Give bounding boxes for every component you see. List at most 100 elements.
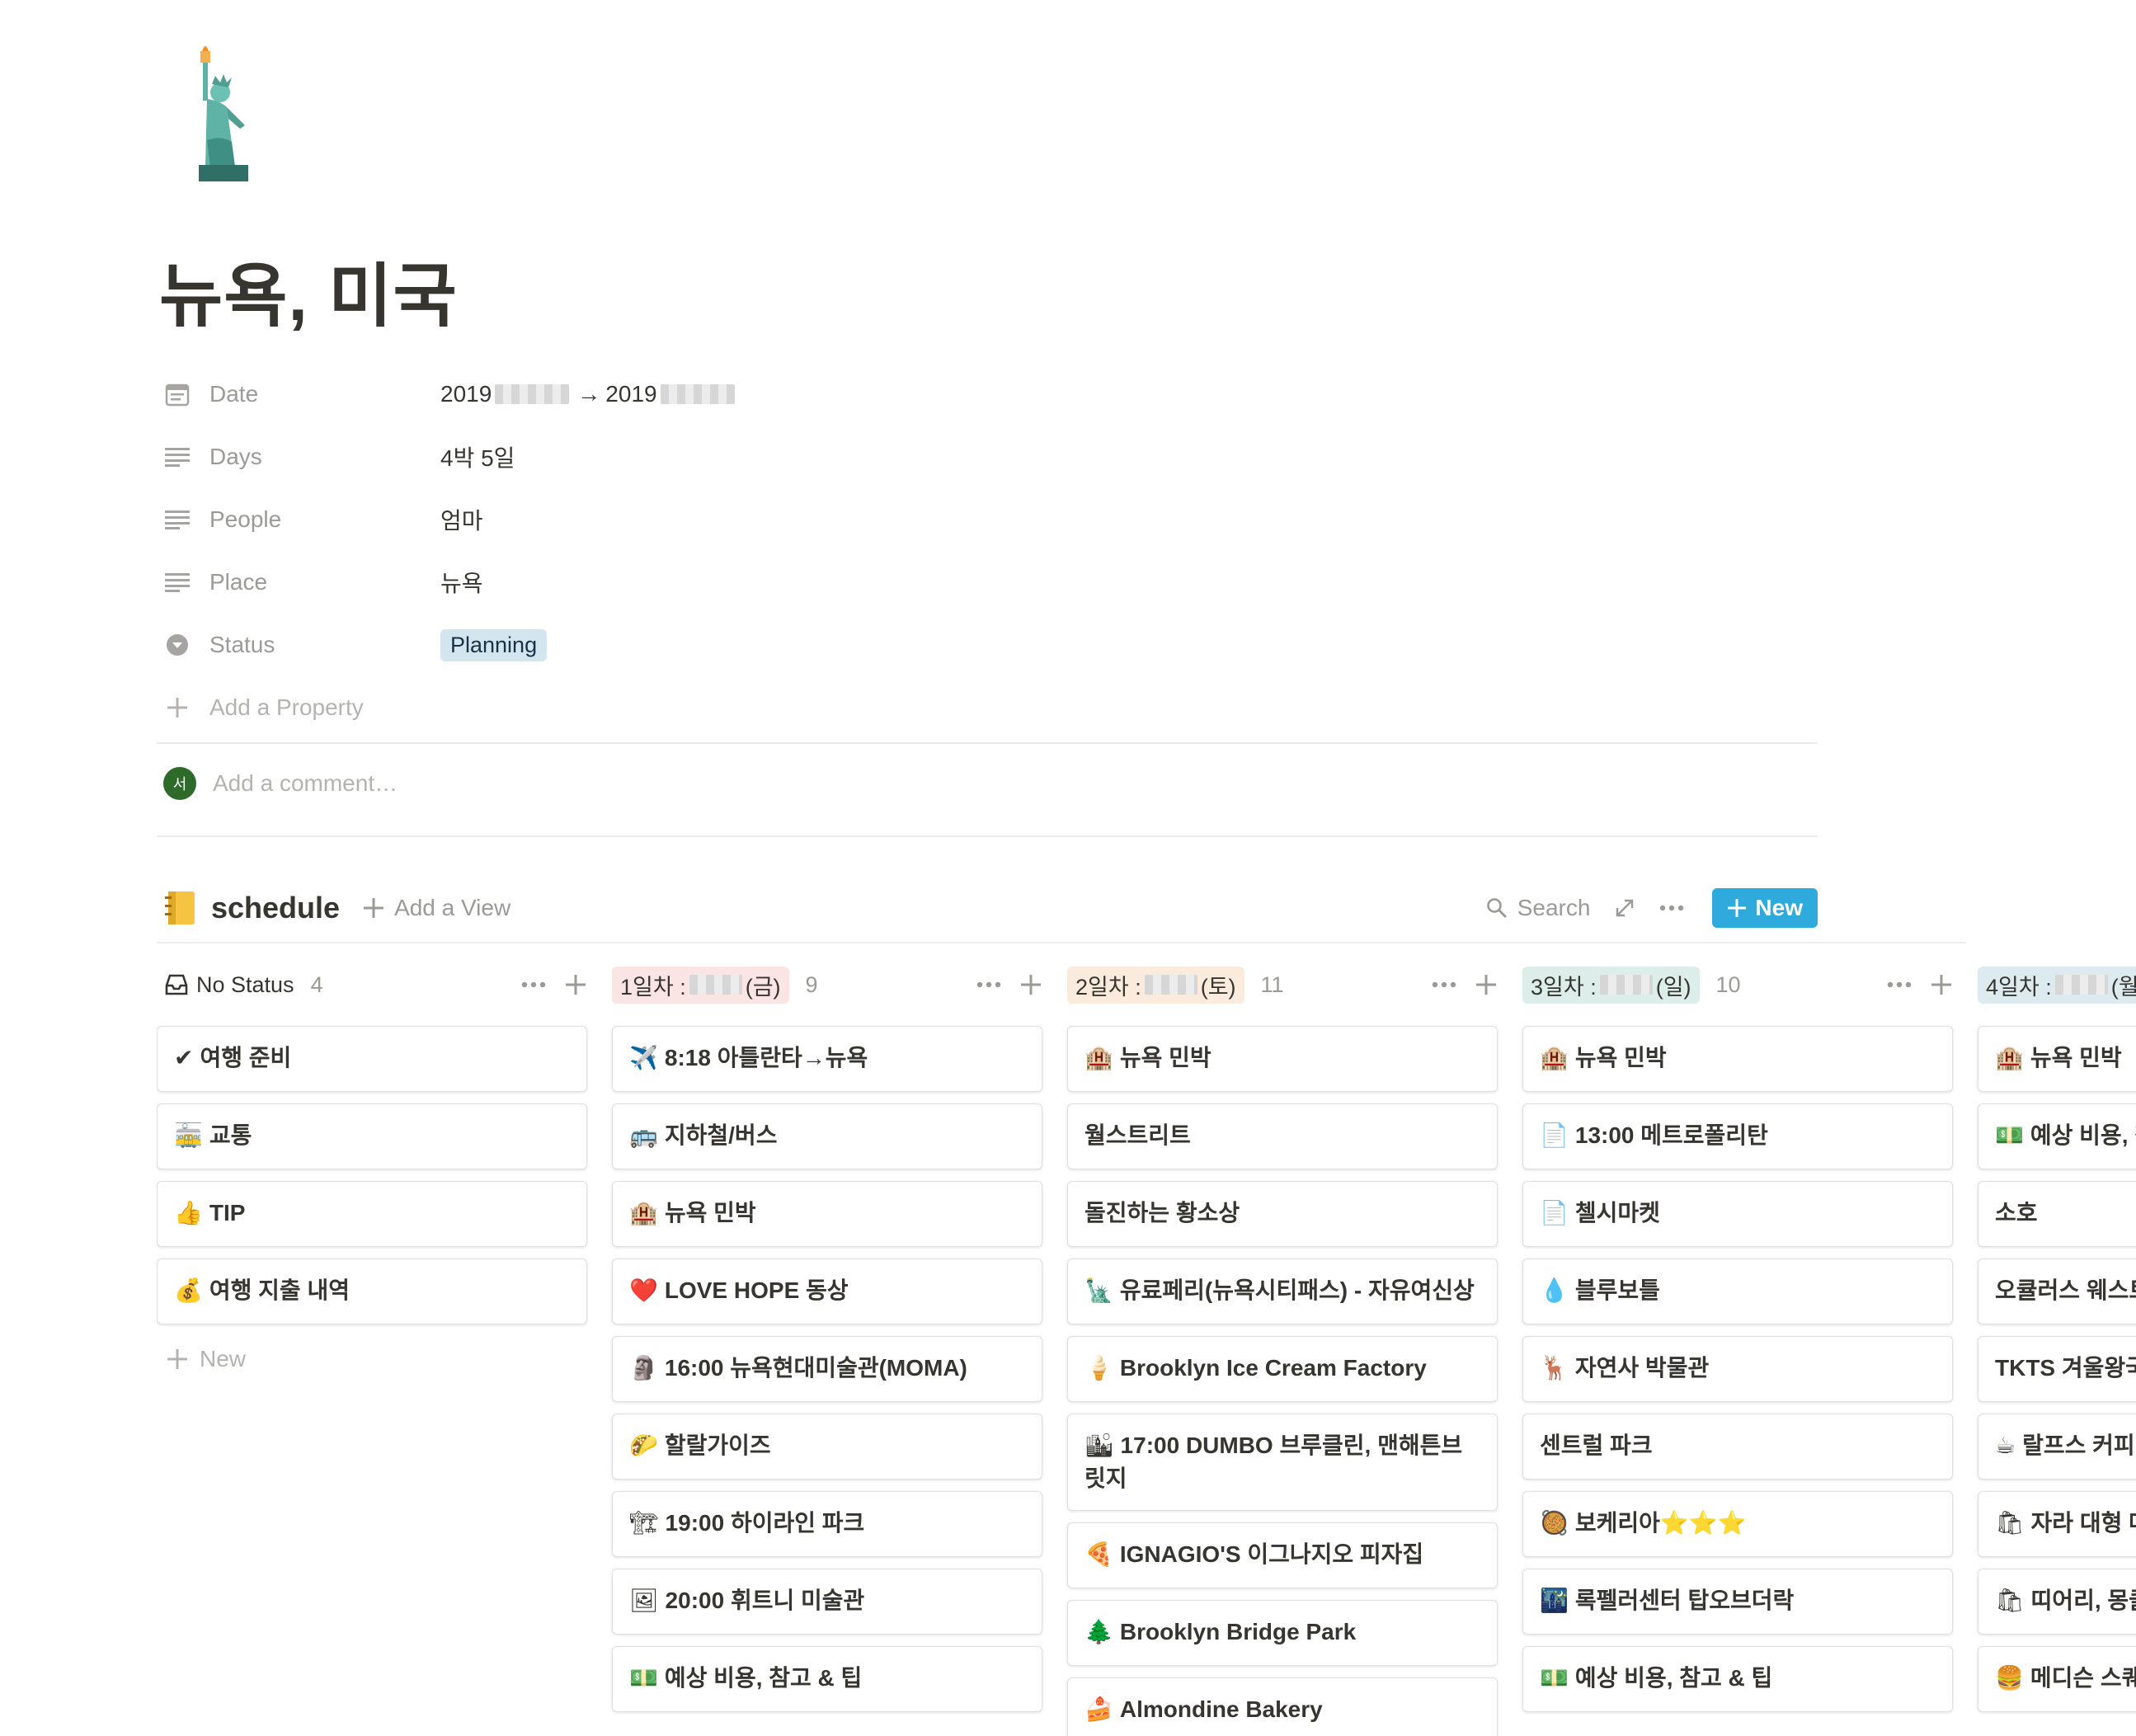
more-icon[interactable] <box>1432 981 1456 988</box>
card[interactable]: TKTS 겨울왕국 <box>1978 1336 2136 1402</box>
property-label-people: People <box>209 506 282 532</box>
card[interactable]: 📄 13:00 메트로폴리탄 <box>1522 1103 1953 1169</box>
card-title: 센트럴 파크 <box>1540 1433 1653 1458</box>
plus-icon[interactable] <box>1019 973 1042 996</box>
card[interactable]: 오큘러스 웨스트 <box>1978 1258 2136 1324</box>
more-options-button[interactable] <box>1659 905 1684 911</box>
card-title: 뉴욕 민박 <box>664 1200 756 1226</box>
card-title: 13:00 메트로폴리탄 <box>1574 1122 1768 1148</box>
card[interactable]: 🏗 19:00 하이라인 파크 <box>612 1491 1042 1557</box>
database-title[interactable]: schedule <box>211 891 340 925</box>
property-days[interactable]: Days 4박 5일 <box>163 426 1730 488</box>
card[interactable]: 소호 <box>1978 1181 2136 1247</box>
plus-icon[interactable] <box>1475 973 1498 996</box>
plus-icon[interactable] <box>1930 973 1953 996</box>
column-new-button[interactable]: New <box>157 1346 587 1372</box>
card-title: 20:00 휘트니 미술관 <box>665 1588 865 1613</box>
column-header[interactable]: 1일차 : (금) 9 <box>612 955 1042 1014</box>
card[interactable]: 🍦 Brooklyn Ice Cream Factory <box>1067 1336 1498 1402</box>
column-header[interactable]: 2일차 : (토) 11 <box>1067 955 1498 1014</box>
card[interactable]: 🖼 20:00 휘트니 미술관 <box>612 1569 1042 1635</box>
card[interactable]: 🌲 Brooklyn Bridge Park <box>1067 1600 1498 1666</box>
expand-icon <box>1615 898 1635 918</box>
open-as-page-button[interactable] <box>1615 898 1635 918</box>
add-view-button[interactable]: Add a View <box>363 895 510 921</box>
calendar-icon <box>163 380 191 408</box>
card[interactable]: 🛍자라 대형 매 <box>1978 1491 2136 1557</box>
status-badge[interactable]: Planning <box>440 628 548 661</box>
card[interactable]: ❤️ LOVE HOPE 동상 <box>612 1258 1042 1324</box>
column-title: 4일차 : (월 <box>1978 966 2136 1004</box>
card[interactable]: 🛍띠어리, 몽클 <box>1978 1569 2136 1635</box>
plus-icon[interactable] <box>564 973 587 996</box>
card[interactable]: 🍔메디슨 스퀘어 <box>1978 1646 2136 1712</box>
new-button-label: New <box>1755 895 1803 920</box>
statue-of-liberty-icon[interactable] <box>177 43 285 183</box>
card[interactable]: 돌진하는 황소상 <box>1067 1181 1498 1247</box>
card[interactable]: 🦌 자연사 박물관 <box>1522 1336 1953 1402</box>
card[interactable]: ✈️ 8:18 아틀란타→뉴욕 <box>612 1026 1042 1092</box>
card[interactable]: 🏨 뉴욕 민박 <box>1522 1026 1953 1092</box>
card[interactable]: 💰 여행 지출 내역 <box>157 1258 587 1324</box>
card-emoji: 🌮 <box>629 1433 658 1458</box>
card[interactable]: 센트럴 파크 <box>1522 1414 1953 1480</box>
property-place[interactable]: Place 뉴욕 <box>163 551 1730 614</box>
column-title: 2일차 : (토) <box>1067 966 1244 1004</box>
card[interactable]: 🏨 뉴욕 민박 <box>612 1181 1042 1247</box>
column-title-prefix: 3일차 : <box>1531 974 1597 1000</box>
card[interactable]: 🗿 16:00 뉴욕현대미술관(MOMA) <box>612 1336 1042 1402</box>
card[interactable]: 🏨 뉴욕 민박 <box>1978 1026 2136 1092</box>
property-date[interactable]: Date 2019 → 2019 <box>163 363 1730 426</box>
database-divider <box>157 942 1966 943</box>
card-emoji: 👍 <box>174 1200 203 1226</box>
board-column-day-1: 1일차 : (금) 9 ✈️ 8:18 아틀란타→뉴욕 🚌 지하철/버스 🏨 뉴욕 민… <box>612 955 1042 1712</box>
column-header[interactable]: No Status 4 <box>157 955 587 1014</box>
new-button[interactable]: New <box>1712 888 1818 928</box>
more-icon[interactable] <box>976 981 1001 988</box>
card[interactable]: 📄 첼시마켓 <box>1522 1181 1953 1247</box>
card[interactable]: 🚌 지하철/버스 <box>612 1103 1042 1169</box>
card-title: LOVE HOPE 동상 <box>664 1277 849 1303</box>
add-view-label: Add a View <box>394 895 511 920</box>
card[interactable]: 🏙 17:00 DUMBO 브루클린, 맨해튼브릿지 <box>1067 1414 1498 1511</box>
comment-input[interactable]: 서 Add a comment… <box>163 767 398 800</box>
card[interactable]: 👍 TIP <box>157 1181 587 1247</box>
card[interactable]: 🥘 보케리아⭐⭐⭐ <box>1522 1491 1953 1557</box>
card[interactable]: 💵 예상 비용, 참고 & 팁 <box>612 1646 1042 1712</box>
card-emoji: 🗽 <box>1084 1277 1113 1303</box>
search-button[interactable]: Search <box>1486 895 1590 921</box>
card[interactable]: 💧 블루보틀 <box>1522 1258 1953 1324</box>
card[interactable]: 💵 예상 비용, 참고 & 팁 <box>1522 1646 1953 1712</box>
card-title: 뉴욕 민박 <box>1119 1045 1211 1070</box>
card[interactable]: 🚋 교통 <box>157 1103 587 1169</box>
column-header[interactable]: 4일차 : (월 <box>1978 955 2136 1014</box>
property-status[interactable]: Status Planning <box>163 614 1730 676</box>
more-icon[interactable] <box>521 981 546 988</box>
card[interactable]: 🏨 뉴욕 민박 <box>1067 1026 1498 1092</box>
card[interactable]: ✔ 여행 준비 <box>157 1026 587 1092</box>
card[interactable]: 💵예상 비용, 참 <box>1978 1103 2136 1169</box>
blurred-date <box>660 384 735 404</box>
card-title: 메디슨 스퀘어 <box>2030 1665 2136 1691</box>
card[interactable]: 🍰 Almondine Bakery <box>1067 1677 1498 1736</box>
card[interactable]: 🌃 록펠러센터 탑오브더락 <box>1522 1569 1953 1635</box>
card[interactable]: 🌮 할랄가이즈 <box>612 1414 1042 1480</box>
card-title: 월스트리트 <box>1084 1122 1191 1148</box>
more-icon[interactable] <box>1887 981 1912 988</box>
plus-icon <box>363 897 384 919</box>
card-emoji: 🛍 <box>1995 1510 2025 1536</box>
page-title[interactable]: 뉴욕, 미국 <box>159 241 458 341</box>
card-title: TKTS 겨울왕국 <box>1995 1355 2136 1381</box>
property-people[interactable]: People 엄마 <box>163 488 1730 551</box>
card-title: Brooklyn Bridge Park <box>1119 1619 1357 1644</box>
column-count: 9 <box>805 972 818 997</box>
card-title: Brooklyn Ice Cream Factory <box>1119 1355 1427 1381</box>
column-title: No Status <box>196 972 294 997</box>
column-header[interactable]: 3일차 : (일) 10 <box>1522 955 1953 1014</box>
add-property-button[interactable]: Add a Property <box>163 676 1730 739</box>
card[interactable]: 월스트리트 <box>1067 1103 1498 1169</box>
card[interactable]: 🍕 IGNAGIO'S 이그나지오 피자집 <box>1067 1522 1498 1588</box>
card-emoji: 💧 <box>1540 1277 1569 1303</box>
card[interactable]: ☕ 랄프스 커피 <box>1978 1414 2136 1480</box>
card[interactable]: 🗽 유료페리(뉴욕시티패스) - 자유여신상 <box>1067 1258 1498 1324</box>
